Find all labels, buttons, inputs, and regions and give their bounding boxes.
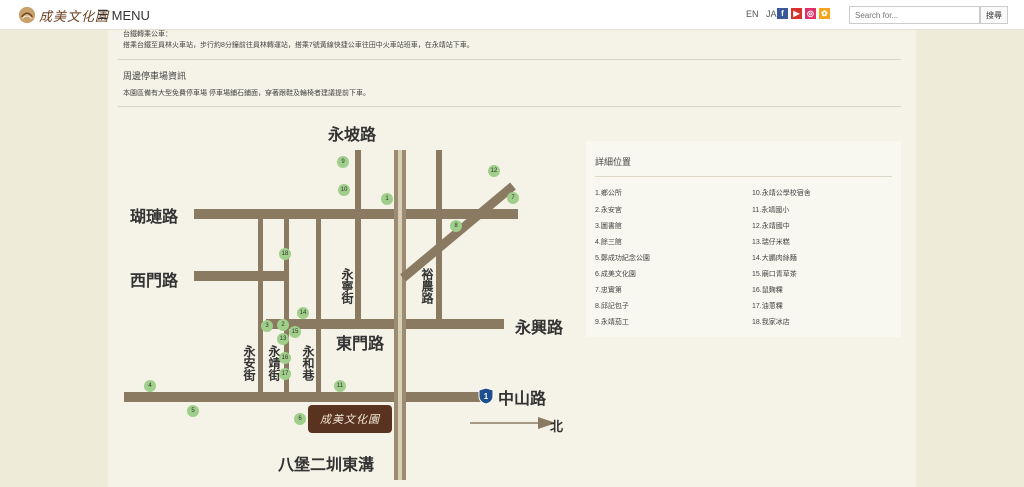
label-yongpo-road: 永坡路: [328, 125, 377, 144]
divider: [595, 176, 892, 177]
parking-title: 周邊停車場資訊: [123, 71, 187, 81]
label-yonghe-lane: 永和巷: [301, 345, 315, 381]
bus-directions-text: 搭乘台鐵至員林火車站，步行約8分鐘前往員林轉運站，搭乘7號黃線快捷公車往田中火車…: [123, 42, 474, 49]
location-item[interactable]: 6.成美文化園: [595, 269, 636, 279]
menu-button[interactable]: ☰ MENU: [97, 7, 150, 23]
location-item[interactable]: 3.圖書館: [595, 221, 622, 231]
area-map: 永坡路 瑚璉路 西門路 永興路 東門路 中山路 八堡二圳東溝 永寧街 裕農路 永…: [118, 118, 578, 480]
logo-emblem-icon: [18, 6, 36, 24]
search-input[interactable]: [849, 6, 980, 24]
hamburger-icon: ☰: [97, 7, 109, 22]
page-background-left: [0, 30, 108, 487]
instagram-icon[interactable]: ◎: [805, 8, 816, 19]
map-pin[interactable]: 1: [381, 193, 393, 205]
label-yunong-road: 裕農路: [420, 268, 434, 304]
map-pin[interactable]: 18: [279, 248, 291, 260]
location-item[interactable]: 9.永靖茄工: [595, 317, 629, 327]
location-item[interactable]: 16.鼠麴粿: [752, 285, 783, 295]
map-pin[interactable]: 9: [337, 156, 349, 168]
label-zhongshan-road: 中山路: [498, 389, 547, 408]
location-item[interactable]: 5.鄭成功紀念公園: [595, 253, 650, 263]
location-item[interactable]: 15.廟口青草茶: [752, 269, 797, 279]
divider: [118, 59, 901, 60]
location-item[interactable]: 4.餘三館: [595, 237, 622, 247]
svg-text:1: 1: [484, 392, 489, 401]
flickr-icon[interactable]: ✿: [819, 8, 830, 19]
location-item[interactable]: 10.永靖公學校宿舍: [752, 188, 811, 198]
map-pin[interactable]: 2: [277, 319, 289, 331]
map-pin[interactable]: 4: [144, 380, 156, 392]
label-yongxing-road: 永興路: [515, 318, 564, 337]
chengmei-marker[interactable]: 成美文化園: [308, 405, 392, 433]
location-item[interactable]: 17.油蔥粿: [752, 301, 783, 311]
search-button[interactable]: 搜尋: [980, 6, 1008, 24]
route-1-shield-icon: 1: [478, 387, 494, 405]
bus-heading: 台鐵轉乘公車：: [123, 31, 172, 38]
location-list-card: 詳細位置 1.鄉公所 2.永安宮 3.圖書館 4.餘三館 5.鄭成功紀念公園 6…: [586, 141, 901, 337]
label-yongjing-street: 永靖街: [267, 345, 281, 381]
label-yongning-street: 永寧街: [340, 268, 354, 304]
label-hulian-road: 瑚璉路: [130, 207, 179, 226]
label-yongan-street: 永安街: [242, 345, 256, 381]
map-pin[interactable]: 6: [294, 413, 306, 425]
label-ximen-road: 西門路: [130, 271, 179, 290]
location-item[interactable]: 13.瑞仔米糕: [752, 237, 790, 247]
map-pin[interactable]: 11: [334, 380, 346, 392]
map-pin[interactable]: 17: [279, 368, 291, 380]
chengmei-marker-label: 成美文化園: [320, 413, 380, 426]
map-pin[interactable]: 15: [289, 326, 301, 338]
page-background-right: [916, 30, 1024, 487]
menu-label: MENU: [111, 7, 150, 23]
map-pin[interactable]: 8: [450, 220, 462, 232]
lang-en-link[interactable]: EN: [746, 9, 759, 19]
map-pin[interactable]: 14: [297, 307, 309, 319]
map-pin[interactable]: 7: [507, 192, 519, 204]
map-pin[interactable]: 3: [261, 320, 273, 332]
location-item[interactable]: 14.大鵬肉絲麵: [752, 253, 797, 263]
map-pin[interactable]: 12: [488, 165, 500, 177]
site-logo[interactable]: 成美文化園: [18, 5, 109, 25]
facebook-icon[interactable]: f: [777, 8, 788, 19]
location-item[interactable]: 11.永靖國小: [752, 205, 789, 215]
location-item[interactable]: 8.邱記包子: [595, 301, 629, 311]
lang-ja-link[interactable]: JA: [766, 9, 777, 19]
north-label: 北: [550, 420, 564, 435]
map-pin[interactable]: 13: [277, 333, 289, 345]
top-navigation-bar: 成美文化園 ☰ MENU EN JA f ▶ ◎ ✿ 搜尋: [0, 0, 1024, 30]
location-list-title: 詳細位置: [595, 157, 632, 167]
divider: [118, 106, 901, 107]
location-item[interactable]: 12.永靖國中: [752, 221, 790, 231]
map-pin[interactable]: 16: [279, 352, 291, 364]
location-item[interactable]: 1.鄉公所: [595, 188, 622, 198]
map-pin[interactable]: 10: [338, 184, 350, 196]
location-item[interactable]: 18.我家冰店: [752, 317, 790, 327]
location-item[interactable]: 7.忠實第: [595, 285, 622, 295]
location-item[interactable]: 2.永安宮: [595, 205, 622, 215]
map-pin[interactable]: 5: [187, 405, 199, 417]
label-bapao-canal: 八堡二圳東溝: [278, 455, 375, 474]
youtube-icon[interactable]: ▶: [791, 8, 802, 19]
label-dongmen-road: 東門路: [336, 334, 385, 353]
social-links: f ▶ ◎ ✿: [777, 8, 830, 19]
parking-text: 本園區備有大型免費停車場 停車場鋪石鋪面，穿著跟鞋及輪椅者建議提前下車。: [123, 90, 370, 97]
